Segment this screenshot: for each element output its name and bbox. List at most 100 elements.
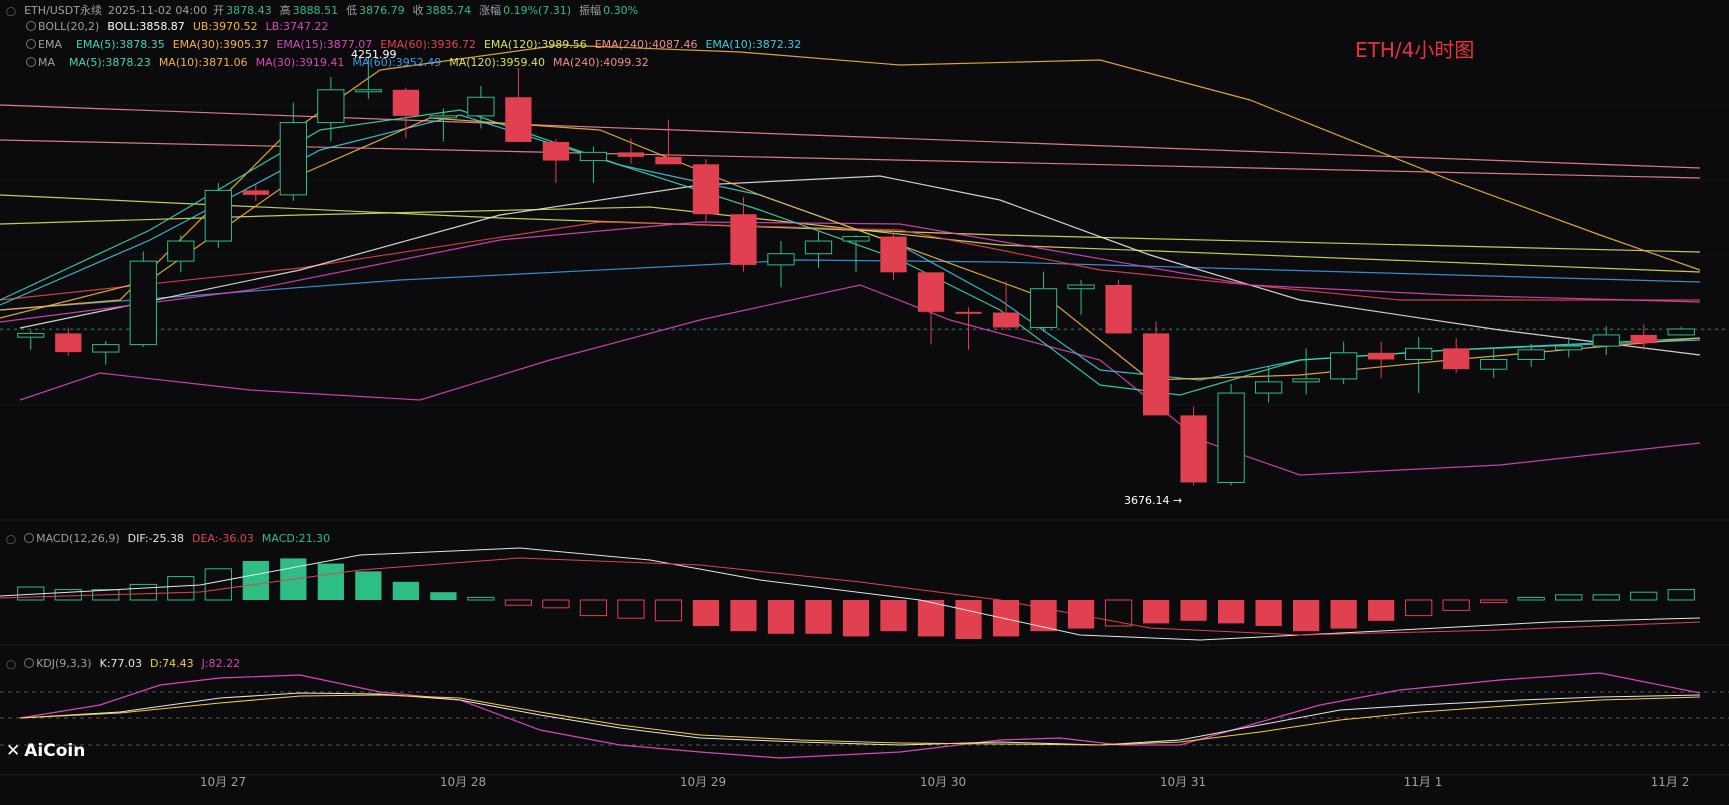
candle-body xyxy=(617,152,645,157)
macd-bar xyxy=(1255,600,1282,626)
x-tick-label: 10月 29 xyxy=(680,775,726,789)
open-value: 3878.43 xyxy=(226,4,272,17)
macd-bar xyxy=(917,600,945,637)
candle-body xyxy=(1254,381,1283,394)
macd-bar xyxy=(1630,591,1658,601)
macd-bar xyxy=(1405,599,1433,617)
candle-body xyxy=(804,240,833,255)
change-value: 0.19%(7.31) xyxy=(503,4,572,17)
candle-body xyxy=(92,344,120,353)
candle-body xyxy=(467,96,495,117)
macd-bar xyxy=(842,600,870,637)
candle-body xyxy=(429,115,458,119)
collapse-icon[interactable]: ◯ xyxy=(6,535,16,545)
x-tick-label: 10月 30 xyxy=(920,775,966,789)
x-tick-label: 10月 27 xyxy=(200,775,246,789)
boll-legend[interactable]: BOLL(20,2) BOLL:3858.87 UB:3970.52 LB:3747.… xyxy=(26,20,336,33)
kdj-k-line xyxy=(19,692,1701,746)
macd-bar xyxy=(167,576,195,601)
macd-bar xyxy=(542,599,570,609)
macd-bar xyxy=(467,596,495,601)
macd-bar xyxy=(204,568,232,601)
candle-body xyxy=(1330,352,1358,380)
x-tick-label: 10月 28 xyxy=(440,775,486,789)
macd-bar xyxy=(1555,594,1583,601)
candle-body xyxy=(655,156,682,165)
macd-bar xyxy=(1217,600,1245,624)
candle-body xyxy=(1368,352,1395,360)
candle-body xyxy=(880,236,907,273)
macd-bar xyxy=(1480,599,1508,604)
macd-bar xyxy=(805,600,832,634)
candle-body xyxy=(1630,334,1657,344)
chart-svg[interactable]: 10月 27 10月 28 10月 29 10月 30 10月 31 11月 1 11月 2 xyxy=(0,0,1729,801)
high-mark-label: 4251.99 xyxy=(351,48,397,61)
kdj-legend[interactable]: ◯ KDJ(9,3,3) K:77.03 D:74.43 J:82.22 xyxy=(6,657,248,670)
low-mark-label: 3676.14 → xyxy=(1124,494,1183,507)
ema-legend[interactable]: EMA EMA(5):3878.35 EMA(30):3905.37 EMA(15):… xyxy=(26,38,809,51)
candle-body xyxy=(1217,392,1245,483)
macd-bar xyxy=(767,600,795,634)
header-legend: ◯ ETH/USDT永续 2025-11-02 04:00 开 3878.43 高 3888… xyxy=(6,4,639,17)
macd-bar xyxy=(504,599,533,606)
title-annotation: ETH/4小时图 xyxy=(1355,38,1475,62)
macd-bar xyxy=(1330,600,1357,629)
macd-bar xyxy=(730,600,757,632)
collapse-icon[interactable]: ◯ xyxy=(6,7,16,17)
candle-body xyxy=(842,236,870,242)
symbol: ETH/USDT永续 xyxy=(24,4,102,17)
macd-bar xyxy=(1180,600,1207,621)
candle-body xyxy=(204,189,232,242)
kdj-d-line xyxy=(19,694,1701,746)
bell-icon[interactable] xyxy=(26,39,36,49)
macd-bar xyxy=(317,563,344,600)
macd-bar xyxy=(1067,600,1095,629)
candle-body xyxy=(129,260,157,346)
logo-icon: ✕ xyxy=(6,741,21,761)
candle-body xyxy=(1105,285,1132,334)
macd-bar xyxy=(1517,596,1545,601)
boll-mid xyxy=(19,175,1701,356)
macd-bar xyxy=(654,599,683,622)
macd-bar xyxy=(880,600,907,632)
close-value: 3885.74 xyxy=(425,4,472,17)
candle-body xyxy=(392,89,419,116)
high-value: 3888.51 xyxy=(292,4,339,17)
candle-body xyxy=(167,240,195,262)
bell-icon[interactable] xyxy=(24,658,35,668)
low-value: 3876.79 xyxy=(359,4,405,17)
candle-body xyxy=(1405,347,1433,361)
candle-body xyxy=(579,151,608,162)
x-tick-label: 10月 31 xyxy=(1160,775,1206,789)
macd-bar xyxy=(392,581,419,600)
candle-body xyxy=(692,164,720,215)
ma60-line xyxy=(0,259,1701,311)
macd-bar xyxy=(617,599,645,619)
collapse-icon[interactable]: ◯ xyxy=(6,660,16,670)
chart-stage[interactable]: 10月 27 10月 28 10月 29 10月 30 10月 31 11月 1 11月 2… xyxy=(0,0,1729,801)
macd-bar xyxy=(1592,594,1620,601)
ma-legend[interactable]: MA MA(5):3878.23 MA(10):3871.06 MA(30):3919… xyxy=(26,56,657,69)
macd-bar xyxy=(1667,589,1695,601)
candle-body xyxy=(730,214,757,265)
macd-bar xyxy=(692,600,720,626)
macd-bar xyxy=(1142,600,1170,624)
bell-icon[interactable] xyxy=(24,533,35,543)
macd-legend[interactable]: ◯ MACD(12,26,9) DIF:-25.38 DEA:-36.03 MACD:2… xyxy=(6,532,338,545)
aicoin-logo: ✕ AiCoin xyxy=(6,741,86,761)
macd-bar xyxy=(579,599,608,617)
candle-body xyxy=(1592,334,1620,347)
candle-body xyxy=(1555,345,1583,351)
candle-body xyxy=(1443,348,1470,370)
bell-icon[interactable] xyxy=(26,21,36,31)
boll-lb xyxy=(19,284,1701,476)
candle-body xyxy=(354,89,382,93)
bell-icon[interactable] xyxy=(26,57,36,67)
candle-body xyxy=(55,333,82,353)
macd-bar xyxy=(1442,599,1470,611)
x-tick-label: 11月 2 xyxy=(1651,775,1690,789)
candle-body xyxy=(917,272,945,312)
candle-body xyxy=(1142,333,1170,416)
candle-body xyxy=(505,97,532,142)
candle-body xyxy=(992,312,1020,328)
